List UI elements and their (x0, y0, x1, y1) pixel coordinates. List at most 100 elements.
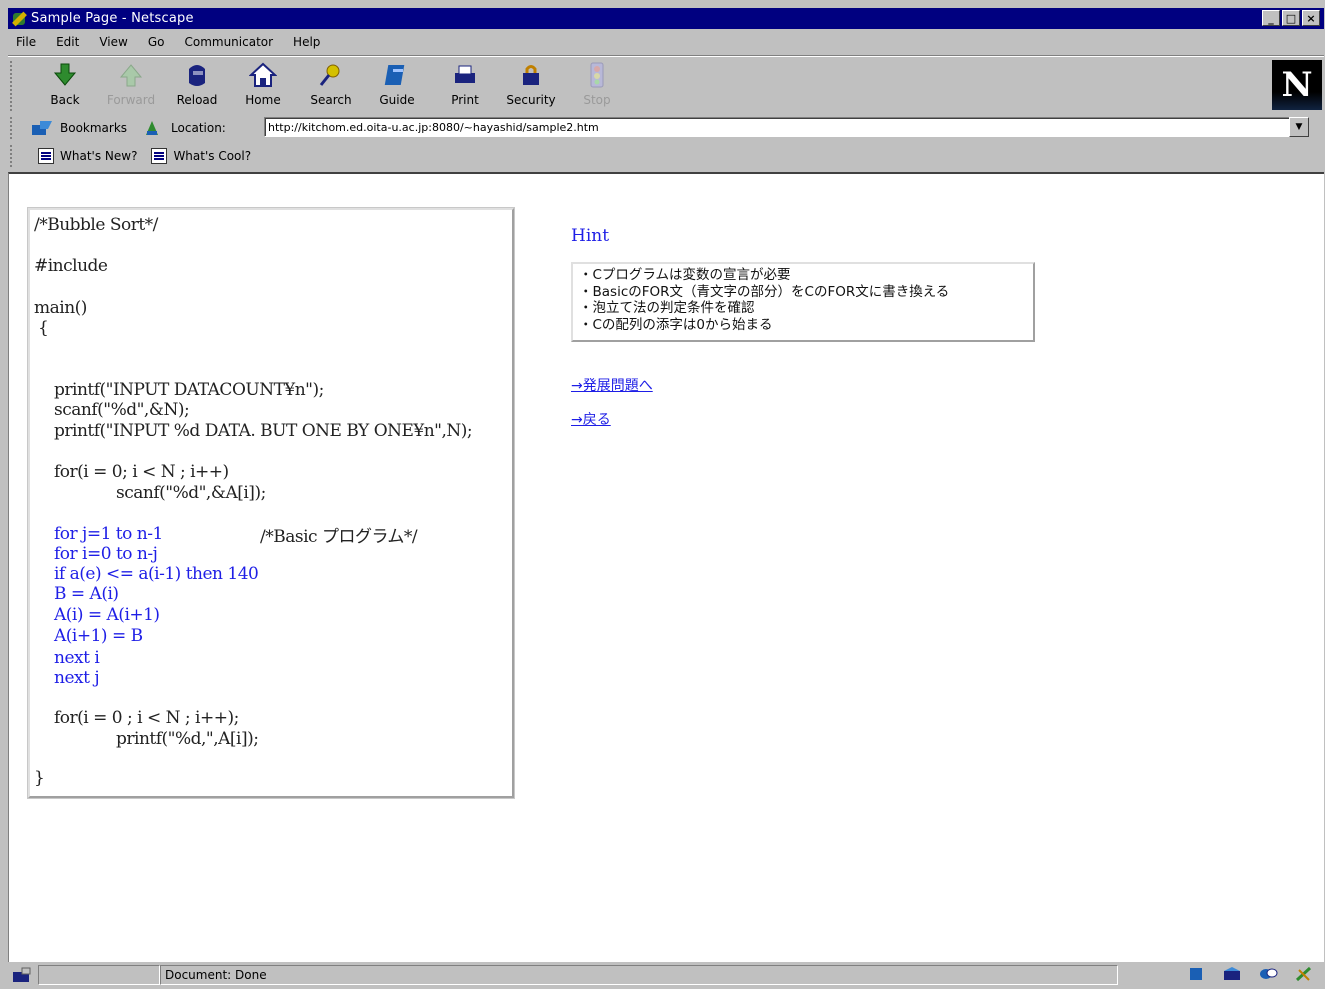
security-label: Security (506, 93, 556, 107)
code-line: printf("INPUT %d DATA. BUT ONE BY ONE¥n"… (54, 421, 473, 441)
code-line: main() (34, 298, 87, 318)
code-line: next i (54, 648, 100, 668)
hint-heading: Hint (571, 226, 610, 246)
mail-icon[interactable] (1222, 965, 1242, 983)
progress-cell (38, 965, 160, 985)
code-line: } (34, 768, 45, 788)
toolbar-grip[interactable] (10, 61, 16, 111)
maximize-button[interactable]: □ (1282, 10, 1300, 26)
location-dropdown-button[interactable]: ▼ (1289, 117, 1309, 137)
netscape-logo[interactable]: N (1272, 60, 1322, 110)
code-line: next j (54, 668, 100, 688)
location-label: Location: (171, 121, 226, 135)
print-icon (455, 65, 475, 83)
code-comment: /*Basic プログラム*/ (260, 527, 418, 547)
print-label: Print (451, 93, 479, 107)
print-button[interactable]: Print (434, 61, 496, 111)
back-arrow-icon (53, 63, 77, 86)
netscape-app-icon (11, 11, 27, 27)
hint-box: ・Cプログラムは変数の宣言が必要 ・BasicのFOR文（青文字の部分）をCのF… (571, 262, 1035, 342)
back-link[interactable]: →戻る (571, 409, 611, 429)
code-line: for j=1 to n-1 (54, 524, 163, 544)
search-label: Search (310, 93, 352, 107)
menu-communicator[interactable]: Communicator (184, 35, 273, 49)
advanced-problem-link[interactable]: →発展問題へ (571, 375, 653, 395)
guide-icon (384, 65, 405, 85)
menu-view[interactable]: View (99, 35, 127, 49)
code-line: /*Bubble Sort*/ (34, 215, 158, 235)
discussion-icon[interactable] (1258, 965, 1278, 983)
home-button[interactable]: Home (232, 61, 294, 111)
back-button[interactable]: Back (34, 61, 96, 111)
status-bar: Document: Done (8, 963, 1324, 987)
code-line: for(i = 0; i < N ; i++) (54, 462, 229, 482)
whats-cool-link[interactable]: What's Cool? (151, 148, 251, 164)
search-button[interactable]: Search (300, 61, 362, 111)
bookmarks-button[interactable]: Bookmarks (30, 119, 127, 137)
menu-file[interactable]: File (16, 35, 36, 49)
forward-button[interactable]: Forward (100, 61, 162, 111)
search-icon (319, 64, 340, 86)
stop-icon (590, 62, 604, 88)
code-line: for(i = 0 ; i < N ; i++); (54, 708, 239, 728)
back-label: Back (50, 93, 80, 107)
hint-item: ・Cの配列の添字は0から始まる (579, 316, 773, 333)
home-icon (249, 62, 277, 87)
code-line: B = A(i) (54, 584, 119, 604)
home-label: Home (245, 93, 281, 107)
reload-label: Reload (176, 93, 218, 107)
bookmarks-label: Bookmarks (60, 121, 128, 135)
location-url-field[interactable]: http://kitchom.ed.oita-u.ac.jp:8080/~hay… (264, 117, 1290, 137)
logo-letter: N (1281, 65, 1313, 105)
whats-cool-label: What's Cool? (173, 149, 252, 163)
forward-label: Forward (106, 93, 156, 107)
menu-bar: File Edit View Go Communicator Help (8, 30, 1324, 54)
composer-icon[interactable] (1294, 965, 1314, 983)
code-line: scanf("%d",&A[i]); (116, 483, 266, 503)
chevron-down-icon: ▼ (1295, 122, 1303, 132)
reload-button[interactable]: Reload (166, 61, 228, 111)
hint-item: ・Cプログラムは変数の宣言が必要 (579, 267, 791, 283)
location-grip[interactable] (10, 117, 16, 139)
guide-button[interactable]: Guide (366, 61, 428, 111)
guide-label: Guide (379, 93, 415, 107)
document-icon (38, 148, 54, 164)
code-line: if a(e) <= a(i-1) then 140 (54, 564, 259, 584)
menu-go[interactable]: Go (148, 35, 165, 49)
bookmarks-icon (32, 121, 52, 135)
code-line: printf("%d,",A[i]); (116, 729, 259, 749)
code-line: for i=0 to n-j (54, 544, 158, 564)
personal-toolbar: What's New? What's Cool? (8, 143, 1324, 169)
page-content[interactable]: /*Bubble Sort*/ #include main() { printf… (8, 172, 1324, 962)
code-line: printf("INPUT DATACOUNT¥n"); (54, 380, 324, 400)
page-proxy-icon[interactable] (143, 119, 161, 137)
code-line: A(i+1) = B (54, 626, 143, 646)
whats-new-label: What's New? (60, 149, 138, 163)
stop-label: Stop (583, 93, 611, 107)
security-lock-icon (523, 65, 539, 85)
code-panel: /*Bubble Sort*/ #include main() { printf… (27, 207, 515, 799)
code-line: A(i) = A(i+1) (54, 605, 160, 625)
code-line: #include (34, 256, 108, 276)
close-button[interactable]: × (1302, 10, 1320, 26)
security-button[interactable]: Security (500, 61, 562, 111)
hint-item: ・泡立て法の判定条件を確認 (579, 300, 755, 316)
code-line: { (38, 318, 49, 338)
menu-help[interactable]: Help (293, 35, 320, 49)
code-line: scanf("%d",&N); (54, 400, 190, 420)
stop-button[interactable]: Stop (566, 61, 628, 111)
personal-grip[interactable] (10, 145, 16, 167)
security-status-icon[interactable] (10, 966, 34, 984)
whats-new-link[interactable]: What's New? (38, 148, 137, 164)
document-icon (151, 148, 168, 164)
forward-arrow-icon (119, 64, 143, 87)
window-title-bar[interactable]: Sample Page - Netscape _ □ × (8, 8, 1324, 29)
menu-edit[interactable]: Edit (56, 35, 79, 49)
status-text: Document: Done (160, 965, 1118, 985)
window-title: Sample Page - Netscape (31, 11, 194, 26)
location-toolbar: Bookmarks Location: http://kitchom.ed.oi… (8, 115, 1324, 141)
minimize-button[interactable]: _ (1262, 10, 1280, 26)
hint-item: ・BasicのFOR文（青文字の部分）をCのFOR文に書き換える (579, 283, 950, 300)
navigation-toolbar: Back Forward Reload Home Search Guide Pr… (8, 57, 1324, 113)
navigator-icon[interactable] (1186, 965, 1206, 983)
